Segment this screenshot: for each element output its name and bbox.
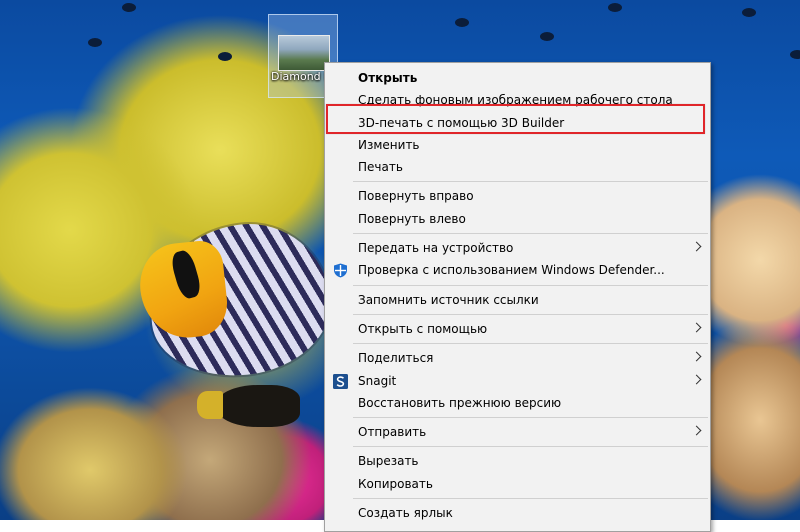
- menu-separator: [353, 233, 708, 235]
- menu-item-cast-to-device[interactable]: Передать на устройство: [325, 237, 710, 259]
- menu-item-windows-defender-scan[interactable]: Проверка с использованием Windows Defend…: [325, 259, 710, 281]
- menu-item-label: Проверка с использованием Windows Defend…: [358, 263, 665, 278]
- menu-item-label: Повернуть вправо: [358, 189, 474, 204]
- menu-item-label: Вырезать: [358, 454, 419, 469]
- chevron-right-icon: [691, 322, 702, 333]
- menu-item-label: Сделать фоновым изображением рабочего ст…: [358, 93, 673, 108]
- menu-item-label: Открыть с помощью: [358, 321, 488, 336]
- menu-item-print[interactable]: Печать: [325, 156, 710, 178]
- menu-item-open[interactable]: Открыть: [325, 67, 710, 89]
- menu-separator: [353, 343, 708, 345]
- menu-item-label: Восстановить прежнюю версию: [358, 395, 562, 410]
- fish-decoration: [742, 8, 756, 17]
- fish-decoration: [608, 3, 622, 12]
- menu-item-label: Snagit: [358, 373, 397, 388]
- chevron-right-icon: [691, 241, 702, 252]
- menu-separator: [353, 313, 708, 315]
- menu-item-label: Изменить: [358, 137, 420, 152]
- menu-item-share[interactable]: Поделиться: [325, 347, 710, 369]
- menu-item-label: Открыть: [358, 71, 418, 85]
- menu-item-rotate-right[interactable]: Повернуть вправо: [325, 185, 710, 207]
- menu-item-cut[interactable]: Вырезать: [325, 450, 710, 472]
- windows-defender-icon: [333, 263, 348, 278]
- menu-item-3d-print[interactable]: 3D-печать с помощью 3D Builder: [325, 112, 710, 134]
- fish-decoration: [455, 18, 469, 27]
- menu-item-label: Копировать: [358, 476, 433, 491]
- chevron-right-icon: [691, 351, 702, 362]
- menu-item-edit[interactable]: Изменить: [325, 134, 710, 156]
- menu-item-set-as-desktop-background[interactable]: Сделать фоновым изображением рабочего ст…: [325, 89, 710, 111]
- menu-separator: [353, 284, 708, 286]
- menu-item-label: Передать на устройство: [358, 241, 514, 256]
- menu-item-label: 3D-печать с помощью 3D Builder: [358, 115, 565, 130]
- snagit-icon: [333, 373, 348, 389]
- menu-item-send-to[interactable]: Отправить: [325, 421, 710, 443]
- menu-item-remember-link-source[interactable]: Запомнить источник ссылки: [325, 289, 710, 311]
- menu-item-label: Отправить: [358, 425, 427, 440]
- context-menu: Открыть Сделать фоновым изображением раб…: [324, 62, 711, 532]
- menu-separator: [353, 446, 708, 448]
- menu-item-create-shortcut[interactable]: Создать ярлык: [325, 502, 710, 524]
- menu-separator: [353, 417, 708, 419]
- menu-item-label: Печать: [358, 160, 403, 175]
- menu-item-label: Создать ярлык: [358, 506, 453, 521]
- menu-item-rotate-left[interactable]: Повернуть влево: [325, 208, 710, 230]
- menu-item-label: Запомнить источник ссылки: [358, 292, 539, 307]
- menu-separator: [353, 498, 708, 500]
- menu-item-copy[interactable]: Копировать: [325, 473, 710, 495]
- fish-decoration: [88, 38, 102, 47]
- butterflyfish-image: [142, 216, 338, 384]
- menu-item-snagit[interactable]: Snagit: [325, 370, 710, 392]
- fish-decoration: [218, 52, 232, 61]
- menu-separator: [353, 181, 708, 183]
- small-fish-image: [197, 385, 300, 427]
- menu-item-label: Повернуть влево: [358, 211, 466, 226]
- chevron-right-icon: [691, 425, 702, 436]
- chevron-right-icon: [691, 374, 702, 385]
- fish-decoration: [540, 32, 554, 41]
- image-thumbnail-icon: [278, 35, 330, 71]
- menu-item-label: Поделиться: [358, 351, 434, 366]
- menu-item-restore-previous-version[interactable]: Восстановить прежнюю версию: [325, 392, 710, 414]
- fish-decoration: [122, 3, 136, 12]
- menu-item-open-with[interactable]: Открыть с помощью: [325, 318, 710, 340]
- fish-decoration: [790, 50, 800, 59]
